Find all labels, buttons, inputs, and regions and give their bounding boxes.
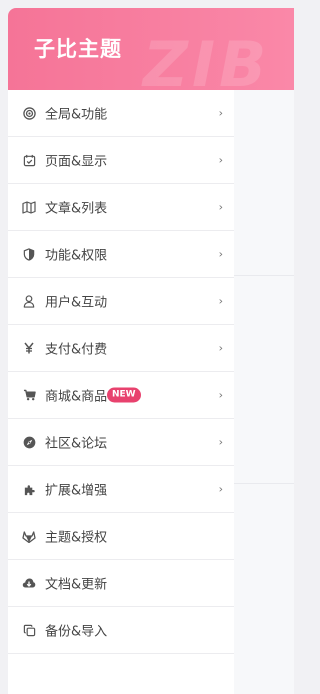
sidebar-item-label: 功能&权限	[45, 248, 108, 264]
sidebar-item-permissions[interactable]: 功能&权限 ›	[8, 231, 234, 278]
target-icon	[22, 106, 36, 120]
sidebar-item-pages[interactable]: 页面&显示 ›	[8, 137, 234, 184]
yen-icon	[22, 341, 36, 355]
cloud-download-icon	[22, 576, 36, 590]
new-badge: NEW	[107, 387, 141, 403]
cart-icon	[22, 388, 36, 402]
chevron-right-icon: ›	[218, 247, 223, 261]
chevron-right-icon: ›	[218, 200, 223, 214]
chevron-right-icon: ›	[218, 153, 223, 167]
map-icon	[22, 200, 36, 214]
chevron-right-icon: ›	[218, 482, 223, 496]
settings-panel: ZIB 子比主题 全局&功能 › 页面&显示 › 文章&列表 › 功能&权限 ›…	[8, 8, 294, 694]
sidebar-item-posts[interactable]: 文章&列表 ›	[8, 184, 234, 231]
chevron-right-icon: ›	[218, 294, 223, 308]
sidebar-item-extensions[interactable]: 扩展&增强 ›	[8, 466, 234, 513]
sidebar-item-label: 备份&导入	[45, 624, 108, 640]
sidebar-item-label: 主题&授权	[45, 530, 108, 546]
chevron-right-icon: ›	[218, 341, 223, 355]
sidebar-nav: 全局&功能 › 页面&显示 › 文章&列表 › 功能&权限 › 用户&互动 › …	[8, 90, 234, 694]
sidebar-item-label: 页面&显示	[45, 154, 108, 170]
copy-icon	[22, 623, 36, 637]
sidebar-item-backup[interactable]: 备份&导入	[8, 607, 234, 654]
sidebar-item-users[interactable]: 用户&互动 ›	[8, 278, 234, 325]
sidebar-item-label: 社区&论坛	[45, 436, 108, 452]
header-watermark: ZIB	[143, 28, 271, 90]
gitlab-icon	[22, 529, 36, 543]
section-divider	[234, 483, 294, 484]
section-divider	[234, 275, 294, 276]
user-icon	[22, 294, 36, 308]
sidebar-item-label: 文档&更新	[45, 577, 108, 593]
sidebar-item-community[interactable]: 社区&论坛 ›	[8, 419, 234, 466]
chevron-right-icon: ›	[218, 388, 223, 402]
chevron-right-icon: ›	[218, 435, 223, 449]
compass-icon	[22, 435, 36, 449]
sidebar-item-label: 扩展&增强	[45, 483, 108, 499]
panel-header: ZIB 子比主题	[8, 8, 294, 90]
sidebar-item-label: 全局&功能	[45, 107, 108, 123]
sidebar-item-label: 支付&付费	[45, 342, 108, 358]
sidebar-item-shop[interactable]: 商城&商品 NEW ›	[8, 372, 234, 419]
sidebar-item-label: 商城&商品	[45, 389, 108, 405]
sidebar-item-license[interactable]: 主题&授权	[8, 513, 234, 560]
calendar-check-icon	[22, 153, 36, 167]
puzzle-icon	[22, 482, 36, 496]
main-content	[234, 90, 294, 694]
sidebar-item-global[interactable]: 全局&功能 ›	[8, 90, 234, 137]
sidebar-item-payment[interactable]: 支付&付费 ›	[8, 325, 234, 372]
sidebar-item-docs[interactable]: 文档&更新	[8, 560, 234, 607]
page-title: 子比主题	[34, 37, 122, 61]
shield-icon	[22, 247, 36, 261]
sidebar-item-label: 文章&列表	[45, 201, 108, 217]
chevron-right-icon: ›	[218, 106, 223, 120]
sidebar-item-label: 用户&互动	[45, 295, 108, 311]
